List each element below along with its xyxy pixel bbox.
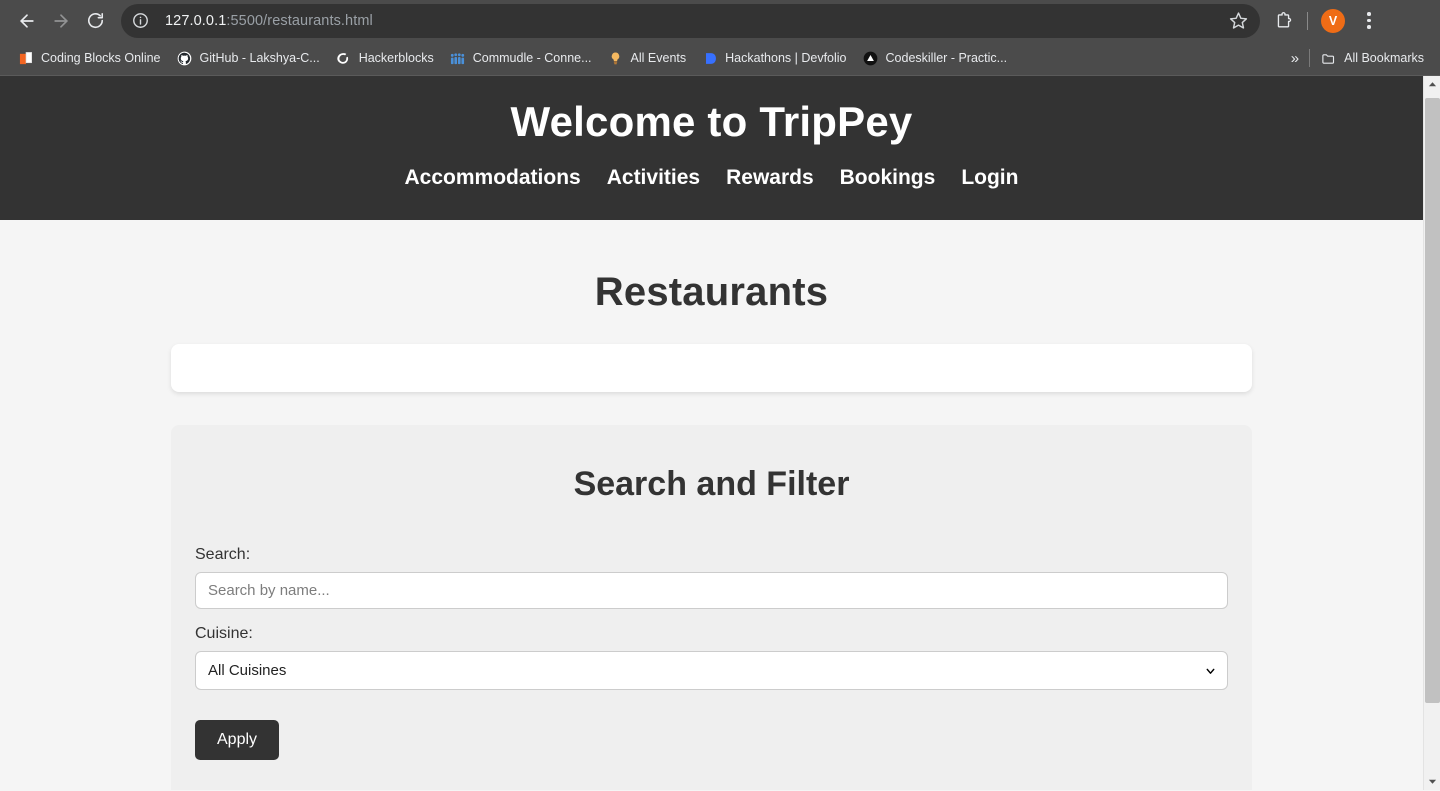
reload-button[interactable] xyxy=(78,4,112,38)
coding-blocks-favicon xyxy=(18,50,34,66)
site-nav: Accommodations Activities Rewards Bookin… xyxy=(0,166,1423,190)
commudle-favicon xyxy=(450,50,466,66)
site-title: Welcome to TripPey xyxy=(510,98,913,145)
cuisine-field-group: Cuisine: All Cuisines xyxy=(195,625,1228,691)
bookmark-item[interactable]: Codeskiller - Practic... xyxy=(855,45,1016,71)
three-dots-vertical-icon[interactable] xyxy=(1355,7,1383,35)
bookmarks-bar: Coding Blocks Online GitHub - Lakshya-C.… xyxy=(0,41,1440,76)
page-title: Restaurants xyxy=(594,270,829,315)
restaurant-results-card xyxy=(171,344,1252,393)
star-icon[interactable] xyxy=(1224,7,1252,35)
bookmark-label: All Events xyxy=(630,51,687,65)
url-path: :5500/restaurants.html xyxy=(226,12,373,29)
scroll-up-arrow-icon[interactable] xyxy=(1424,76,1440,93)
forward-button[interactable] xyxy=(44,4,78,38)
bookmark-label: Commudle - Conne... xyxy=(472,51,592,65)
cuisine-select-wrapper: All Cuisines xyxy=(195,651,1228,691)
cuisine-label: Cuisine: xyxy=(195,625,253,643)
devfolio-favicon xyxy=(702,50,718,66)
bookmark-label: Hackerblocks xyxy=(358,51,434,65)
page-content: Welcome to TripPey Accommodations Activi… xyxy=(0,76,1423,790)
search-field-group: Search: xyxy=(195,546,1228,610)
puzzle-piece-icon[interactable] xyxy=(1268,6,1298,36)
scrollbar-thumb[interactable] xyxy=(1425,98,1440,703)
scroll-down-arrow-icon[interactable] xyxy=(1424,773,1440,790)
url-text: 127.0.0.1:5500/restaurants.html xyxy=(165,13,373,29)
bookmarks-overflow-button[interactable]: » xyxy=(1281,50,1309,67)
nav-item-accommodations[interactable]: Accommodations xyxy=(405,166,581,190)
nav-item-login[interactable]: Login xyxy=(961,166,1018,190)
search-and-filter-panel: Search and Filter Search: Cuisine: All C… xyxy=(171,425,1252,790)
page-viewport: Welcome to TripPey Accommodations Activi… xyxy=(0,76,1440,790)
search-input[interactable] xyxy=(195,572,1228,610)
bookmark-item[interactable]: Hackerblocks xyxy=(328,45,442,71)
browser-toolbar: 127.0.0.1:5500/restaurants.html V xyxy=(0,0,1440,41)
bookmark-item[interactable]: Hackathons | Devfolio xyxy=(694,45,854,71)
bookmark-item[interactable]: Coding Blocks Online xyxy=(10,45,169,71)
toolbar-divider xyxy=(1307,11,1308,30)
filter-panel-title: Search and Filter xyxy=(573,465,850,504)
browser-chrome: 127.0.0.1:5500/restaurants.html V Coding… xyxy=(0,0,1440,76)
main-content: Restaurants Search and Filter Search: Cu… xyxy=(0,220,1423,790)
all-bookmarks-button[interactable]: All Bookmarks xyxy=(1310,50,1432,66)
nav-item-bookings[interactable]: Bookings xyxy=(840,166,936,190)
site-header: Welcome to TripPey Accommodations Activi… xyxy=(0,76,1423,221)
info-circle-icon[interactable] xyxy=(127,8,153,34)
apply-button[interactable]: Apply xyxy=(195,720,280,761)
bookmark-item[interactable]: Commudle - Conne... xyxy=(442,45,600,71)
url-host: 127.0.0.1 xyxy=(165,12,227,29)
bookmark-item[interactable]: All Events xyxy=(600,45,695,71)
avatar[interactable]: V xyxy=(1321,8,1345,33)
cuisine-select[interactable]: All Cuisines xyxy=(195,651,1228,691)
bookmark-label: Coding Blocks Online xyxy=(41,51,161,65)
bookmark-label: Hackathons | Devfolio xyxy=(725,51,847,65)
all-events-favicon xyxy=(608,50,624,66)
github-favicon xyxy=(177,50,193,66)
bookmark-item[interactable]: GitHub - Lakshya-C... xyxy=(169,45,328,71)
bookmark-label: Codeskiller - Practic... xyxy=(885,51,1008,65)
back-button[interactable] xyxy=(10,4,44,38)
nav-item-rewards[interactable]: Rewards xyxy=(726,166,814,190)
codeskiller-favicon xyxy=(863,50,879,66)
search-label: Search: xyxy=(195,546,251,564)
hackerblocks-favicon xyxy=(336,50,352,66)
bookmark-label: GitHub - Lakshya-C... xyxy=(199,51,320,65)
nav-item-activities[interactable]: Activities xyxy=(607,166,700,190)
folder-icon xyxy=(1320,50,1336,66)
address-bar[interactable]: 127.0.0.1:5500/restaurants.html xyxy=(121,3,1260,38)
all-bookmarks-label: All Bookmarks xyxy=(1344,51,1424,65)
page-scrollbar[interactable] xyxy=(1423,76,1440,790)
